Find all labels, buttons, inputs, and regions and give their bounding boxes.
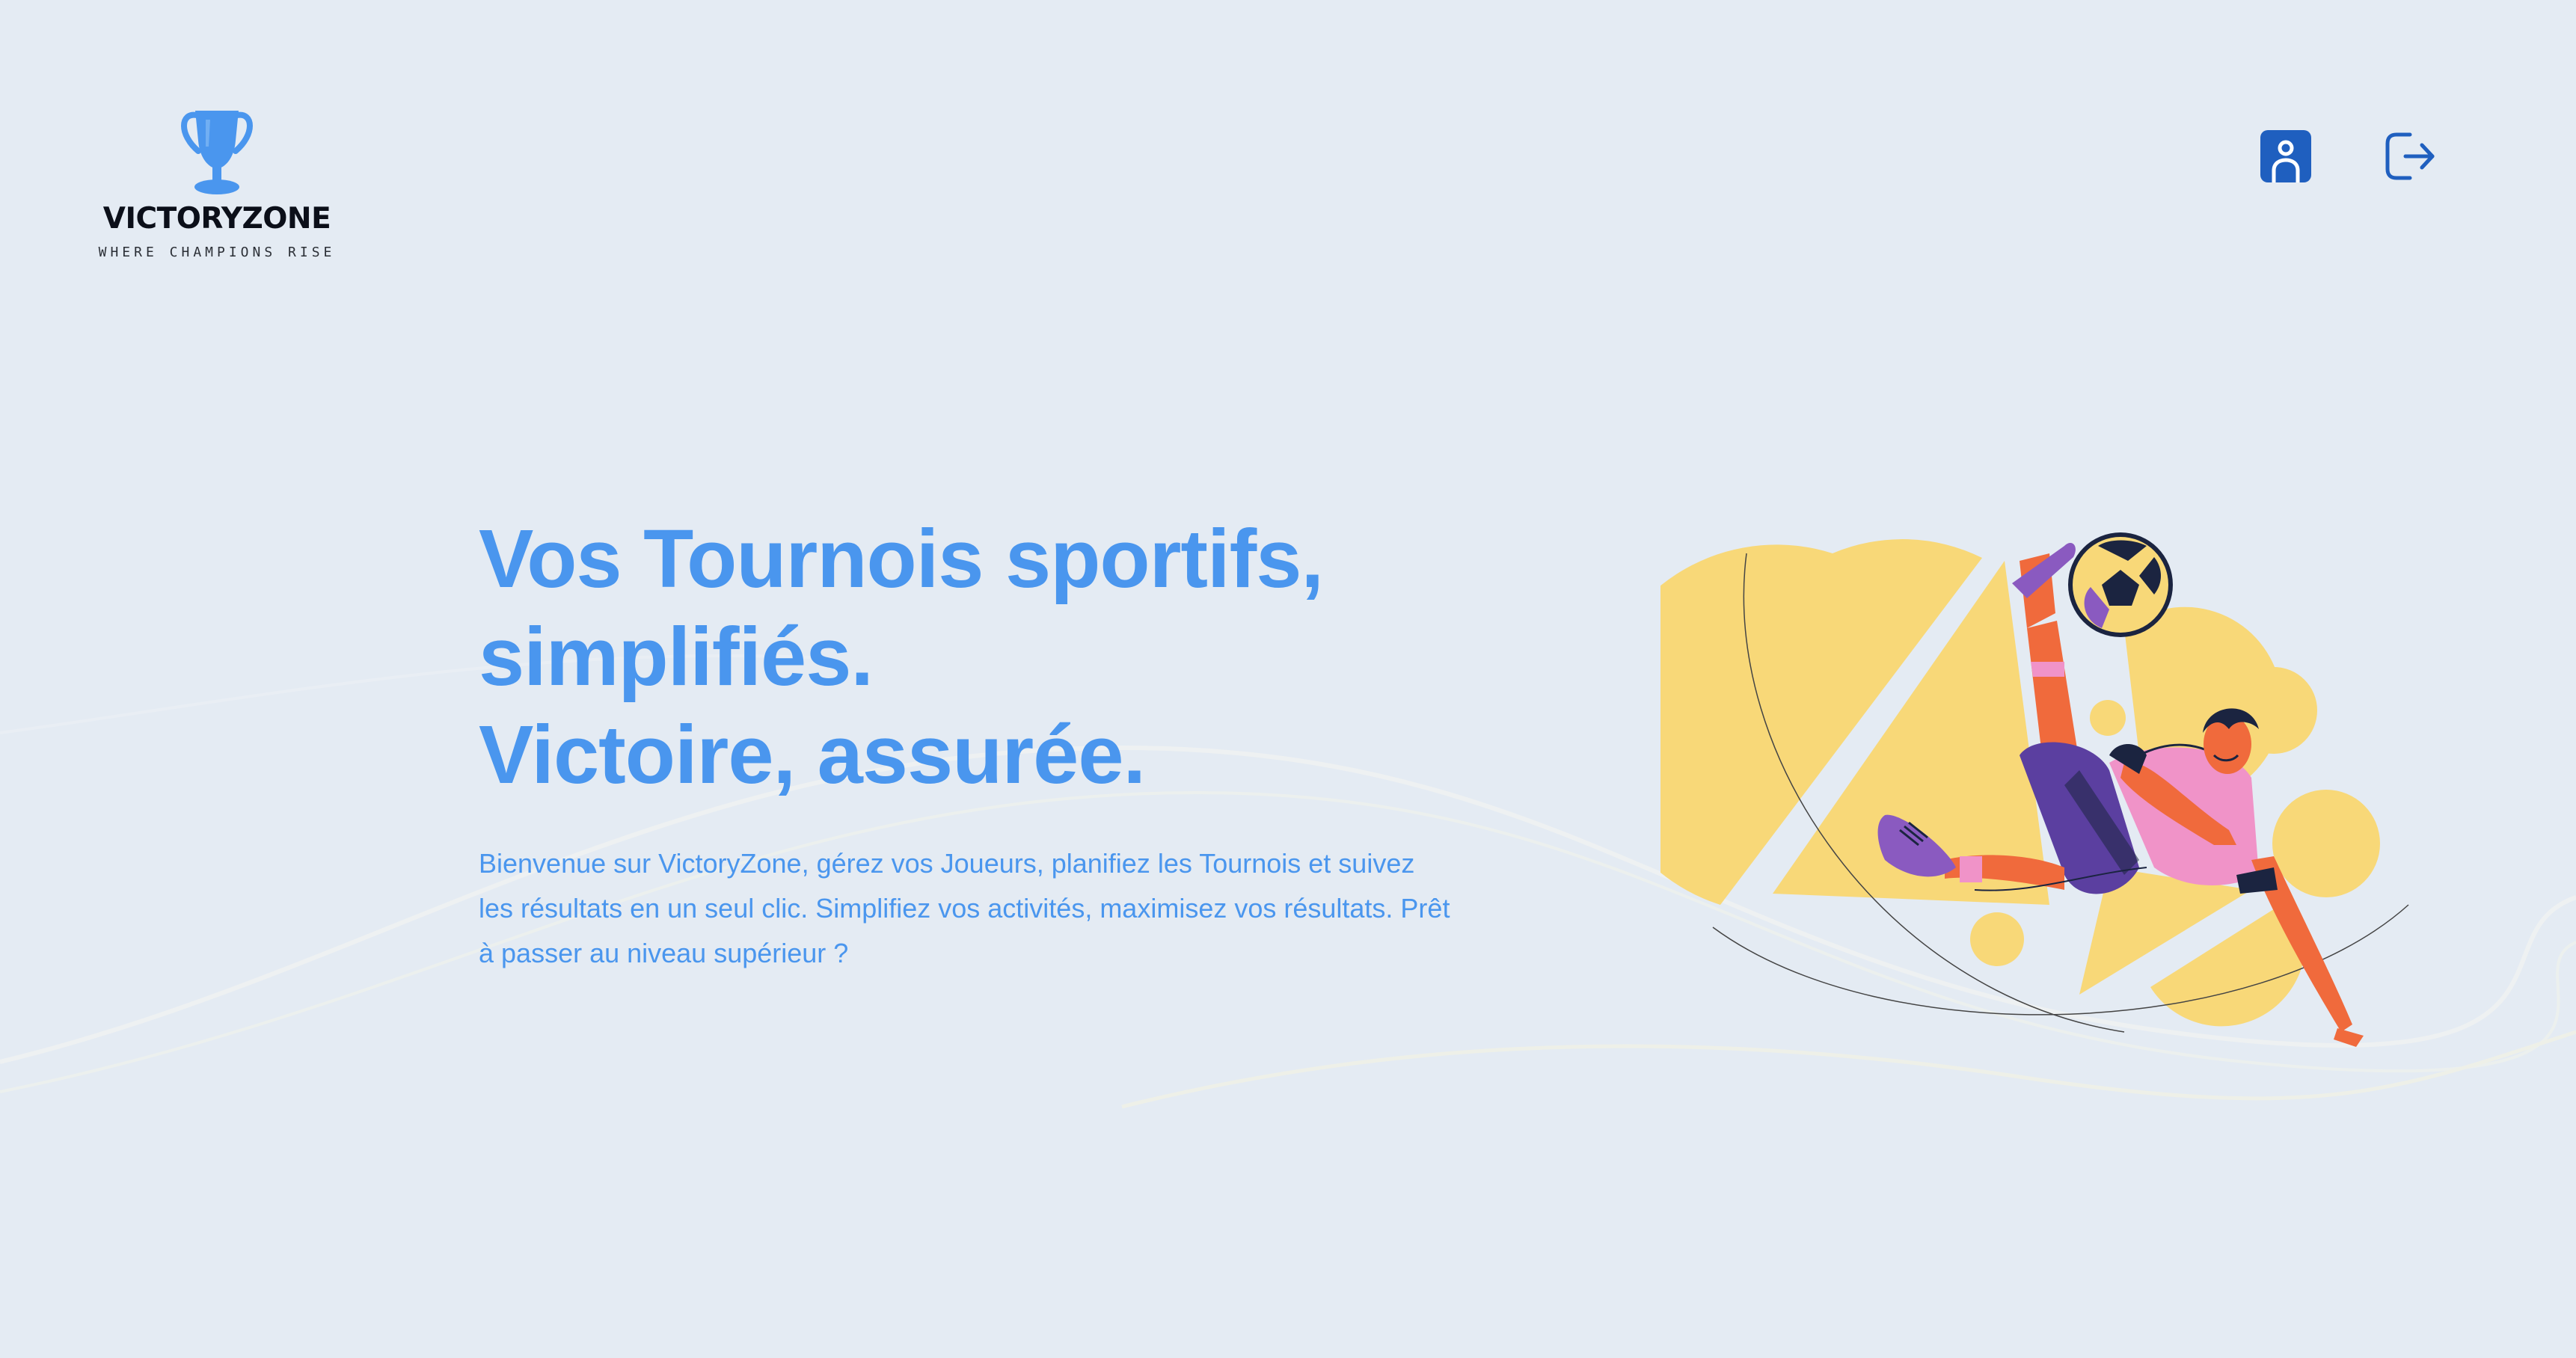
hero-description: Bienvenue sur VictoryZone, gérez vos Jou… [479, 848, 1450, 968]
brand-tagline: WHERE CHAMPIONS RISE [98, 244, 336, 260]
brand-logo[interactable]: VICTORYZONE WHERE CHAMPIONS RISE [97, 105, 337, 260]
logout-icon [2385, 132, 2435, 180]
logout-button[interactable] [2383, 130, 2435, 182]
hero-title: Vos Tournois sportifs, simplifiés. Victo… [479, 510, 1526, 804]
brand-name: VICTORYZONE [102, 202, 331, 236]
user-profile-icon [2260, 130, 2311, 182]
landing-page: VICTORYZONE WHERE CHAMPIONS RISE Vos Tou… [0, 0, 2576, 1358]
hero-section: Vos Tournois sportifs, simplifiés. Victo… [479, 510, 1526, 976]
football-player-illustration [1660, 532, 2409, 1047]
trophy-icon [181, 111, 253, 194]
hero-title-line-1: Vos Tournois sportifs, [479, 513, 1324, 605]
profile-button[interactable] [2260, 130, 2311, 182]
hero-title-line-2: simplifiés. [479, 611, 874, 703]
hero-title-line-3: Victoire, assurée. [479, 709, 1146, 801]
